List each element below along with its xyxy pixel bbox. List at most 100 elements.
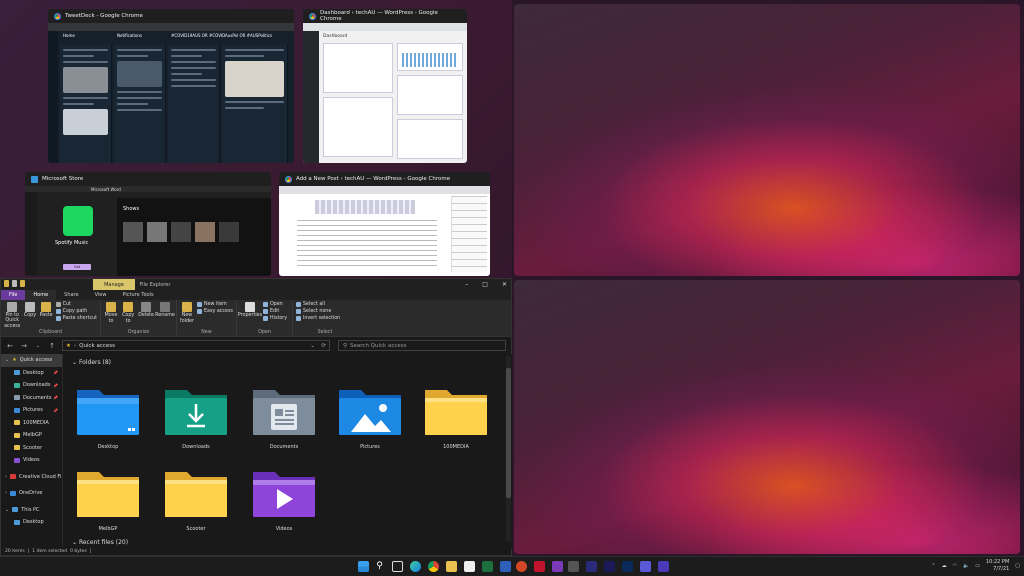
chevron-up-icon[interactable]: ⌃ — [931, 563, 935, 569]
nav-item-quick-access[interactable]: ⌄ ★ Quick access — [1, 354, 62, 367]
battery-icon[interactable]: ▭ — [975, 563, 980, 569]
quick-access-toolbar[interactable] — [4, 280, 25, 287]
system-tray[interactable]: ⌃ ☁ ◠ 🔈 ▭ 10:22 PM 7/7/21 ▢ — [931, 559, 1020, 573]
nav-item-videos[interactable]: Videos — [1, 454, 62, 467]
delete-button[interactable]: Delete — [138, 302, 154, 329]
chevron-down-icon[interactable]: ⌄ — [34, 343, 42, 349]
folder-melbgp[interactable]: MelbGP — [68, 464, 148, 532]
nav-item-onedrive[interactable]: › OneDrive — [1, 487, 62, 500]
navigation-pane[interactable]: ⌄ ★ Quick access Desktop 📌 Downloads 📌 Docum… — [1, 354, 63, 549]
windows-start-icon[interactable] — [358, 561, 369, 572]
history-button[interactable]: History — [263, 316, 287, 321]
copy-to-button[interactable]: Copy to — [121, 302, 135, 329]
photoshop-icon[interactable] — [622, 561, 633, 572]
nav-item-100media[interactable]: 100MEDIA — [1, 417, 62, 430]
cloud-icon[interactable]: ☁ — [942, 563, 947, 569]
folder-desktop[interactable]: Desktop — [68, 382, 148, 450]
snap-thumbnail-new-post[interactable]: Add a New Post ‹ techAU — WordPress - Go… — [279, 172, 490, 276]
new-folder-button[interactable]: New folder — [180, 302, 194, 329]
copy-path-button[interactable]: Copy path — [55, 309, 97, 314]
folder-documents[interactable]: Documents — [244, 382, 324, 450]
easy-access-button[interactable]: Easy access — [197, 309, 233, 314]
lightroom-icon[interactable] — [586, 561, 597, 572]
rename-button[interactable]: Rename — [155, 302, 175, 329]
file-explorer-window[interactable]: Manage File Explorer – □ ✕ File Home Sha… — [0, 278, 512, 556]
nav-item-pictures[interactable]: Pictures 📌 — [1, 404, 62, 417]
snap-thumbnail-tweetdeck[interactable]: TweetDeck - Google Chrome Home Notificat… — [48, 9, 294, 163]
snap-zone-bottom-right[interactable] — [514, 280, 1020, 554]
minimize-button[interactable]: – — [465, 281, 468, 288]
cut-button[interactable]: Cut — [55, 302, 97, 307]
nav-item-scooter[interactable]: Scooter — [1, 442, 62, 455]
close-button[interactable]: ✕ — [502, 281, 507, 288]
folders-heading[interactable]: ⌄ Folders (8) — [64, 354, 512, 371]
folder-content[interactable]: ⌄ Folders (8) Desktop Downloads Document… — [64, 354, 512, 549]
up-arrow-icon[interactable]: ↑ — [48, 342, 56, 350]
explorer-titlebar[interactable]: Manage File Explorer – □ ✕ — [1, 279, 511, 290]
properties-icon[interactable] — [12, 280, 17, 287]
onenote-icon[interactable] — [552, 561, 563, 572]
netflix-icon[interactable] — [534, 561, 545, 572]
tab-file[interactable]: File — [1, 290, 26, 300]
folder-videos[interactable]: Videos — [244, 464, 324, 532]
nav-item-pc-desktop[interactable]: Desktop — [1, 516, 62, 529]
folder-downloads[interactable]: Downloads — [156, 382, 236, 450]
tab-share[interactable]: Share — [56, 290, 86, 300]
nav-item-this-pc[interactable]: ⌄ This PC — [1, 504, 62, 517]
folder-pictures[interactable]: Pictures — [330, 382, 410, 450]
task-view-icon[interactable] — [392, 561, 403, 572]
forward-arrow-icon[interactable]: → — [20, 342, 28, 350]
tab-view[interactable]: View — [87, 290, 115, 300]
chrome-icon[interactable] — [428, 561, 439, 572]
nav-item-creative-cloud[interactable]: › Creative Cloud Fi — [1, 471, 62, 484]
maximize-button[interactable]: □ — [482, 281, 488, 288]
file-explorer-icon[interactable] — [446, 561, 457, 572]
nav-item-melbgp[interactable]: MelbGP — [1, 429, 62, 442]
excel-icon[interactable] — [482, 561, 493, 572]
paste-shortcut-button[interactable]: Paste shortcut — [55, 316, 97, 321]
back-arrow-icon[interactable]: ← — [6, 342, 14, 350]
teams-icon[interactable] — [640, 561, 651, 572]
vertical-scrollbar[interactable] — [506, 356, 511, 541]
snap-thumbnail-dashboard[interactable]: Dashboard ‹ techAU — WordPress - Google … — [303, 9, 467, 163]
address-field[interactable]: ★ › Quick access ⌄ ⟳ — [62, 340, 330, 351]
app-icon[interactable] — [658, 561, 669, 572]
properties-button[interactable]: Properties — [238, 302, 262, 329]
nav-item-documents[interactable]: Documents 📌 — [1, 392, 62, 405]
edge-icon[interactable] — [410, 561, 421, 572]
select-none-button[interactable]: Select none — [296, 309, 340, 314]
clock[interactable]: 10:22 PM 7/7/21 — [986, 559, 1009, 573]
pin-quick-access-button[interactable]: Pin to Quick access — [4, 302, 20, 329]
edit-button[interactable]: Edit — [263, 309, 287, 314]
search-icon[interactable]: ⚲ — [374, 561, 385, 572]
search-box[interactable]: ⚲ Search Quick access — [338, 340, 506, 351]
move-to-button[interactable]: Move to — [104, 302, 118, 329]
folder-scooter[interactable]: Scooter — [156, 464, 236, 532]
copy-button[interactable]: Copy — [23, 302, 36, 329]
select-all-button[interactable]: Select all — [296, 302, 340, 307]
nav-item-desktop[interactable]: Desktop 📌 — [1, 367, 62, 380]
calendar-icon[interactable] — [464, 561, 475, 572]
manage-tab[interactable]: Manage — [93, 279, 135, 290]
tab-picture-tools[interactable]: Picture Tools — [114, 290, 161, 300]
refresh-icon[interactable]: ⟳ — [321, 343, 326, 349]
chevron-down-icon[interactable]: ⌄ — [310, 343, 315, 349]
powerpoint-icon[interactable] — [516, 561, 527, 572]
notification-icon[interactable]: ▢ — [1015, 563, 1020, 569]
premiere-icon[interactable] — [604, 561, 615, 572]
invert-selection-button[interactable]: Invert selection — [296, 316, 340, 321]
settings-icon[interactable] — [568, 561, 579, 572]
folder-icon[interactable] — [4, 280, 9, 287]
word-icon[interactable] — [500, 561, 511, 572]
snap-thumbnail-store[interactable]: Microsoft Store Microsoft Word Spotify M… — [25, 172, 271, 276]
folder-100media[interactable]: 100MEDIA — [416, 382, 496, 450]
snap-zone-top-right[interactable] — [514, 4, 1020, 276]
tab-home[interactable]: Home — [25, 290, 57, 300]
speaker-icon[interactable]: 🔈 — [963, 563, 969, 569]
new-item-button[interactable]: New item — [197, 302, 233, 307]
wifi-icon[interactable]: ◠ — [953, 563, 957, 569]
paste-button[interactable]: Paste — [40, 302, 53, 329]
open-button[interactable]: Open — [263, 302, 287, 307]
nav-item-downloads[interactable]: Downloads 📌 — [1, 379, 62, 392]
new-folder-icon[interactable] — [20, 280, 25, 287]
